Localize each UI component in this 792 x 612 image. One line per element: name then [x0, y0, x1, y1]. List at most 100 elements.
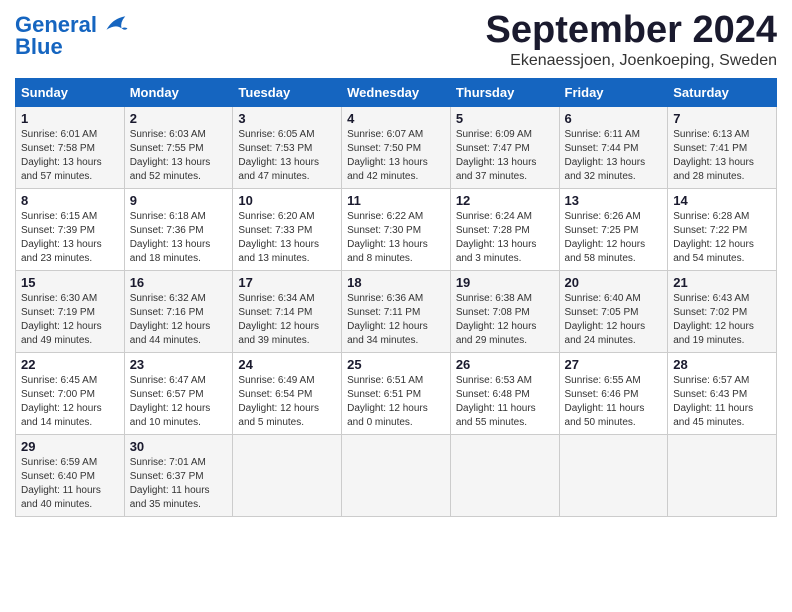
calendar-cell: 30Sunrise: 7:01 AM Sunset: 6:37 PM Dayli…	[124, 434, 233, 516]
day-header-thursday: Thursday	[450, 78, 559, 106]
day-number: 10	[238, 193, 336, 208]
header-row: SundayMondayTuesdayWednesdayThursdayFrid…	[16, 78, 777, 106]
calendar-cell: 9 Sunrise: 6:18 AM Sunset: 7:36 PM Daylig…	[124, 188, 233, 270]
day-number: 7	[673, 111, 771, 126]
calendar-cell: 13 Sunrise: 6:26 AM Sunset: 7:25 PM Dayli…	[559, 188, 668, 270]
day-info: Sunrise: 6:03 AM Sunset: 7:55 PM Dayligh…	[130, 128, 228, 184]
logo-bird-icon	[99, 11, 129, 41]
calendar-cell: 20Sunrise: 6:40 AM Sunset: 7:05 PM Dayli…	[559, 270, 668, 352]
calendar-cell: 6 Sunrise: 6:11 AM Sunset: 7:44 PM Daylig…	[559, 106, 668, 188]
calendar-cell	[450, 434, 559, 516]
calendar-cell: 26 Sunrise: 6:53 AM Sunset: 6:48 PM Dayli…	[450, 352, 559, 434]
calendar-cell: 14 Sunrise: 6:28 AM Sunset: 7:22 PM Dayli…	[668, 188, 777, 270]
location-title: Ekenaessjoen, Joenkoeping, Sweden	[486, 52, 778, 70]
week-row: 1 Sunrise: 6:01 AM Sunset: 7:58 PM Daylig…	[16, 106, 777, 188]
calendar-cell: 10Sunrise: 6:20 AM Sunset: 7:33 PM Dayli…	[233, 188, 342, 270]
day-number: 21	[673, 275, 771, 290]
calendar-cell: 17 Sunrise: 6:34 AM Sunset: 7:14 PM Dayli…	[233, 270, 342, 352]
day-number: 18	[347, 275, 445, 290]
calendar-cell: 27 Sunrise: 6:55 AM Sunset: 6:46 PM Dayli…	[559, 352, 668, 434]
calendar-cell	[233, 434, 342, 516]
day-number: 20	[565, 275, 663, 290]
title-area: September 2024 Ekenaessjoen, Joenkoeping…	[486, 10, 778, 70]
day-number: 13	[565, 193, 663, 208]
day-number: 11	[347, 193, 445, 208]
day-number: 17	[238, 275, 336, 290]
month-title: September 2024	[486, 10, 778, 52]
day-info: Sunrise: 6:32 AM Sunset: 7:16 PM Dayligh…	[130, 292, 228, 348]
day-info: Sunrise: 6:05 AM Sunset: 7:53 PM Dayligh…	[238, 128, 336, 184]
day-number: 5	[456, 111, 554, 126]
calendar-cell: 11 Sunrise: 6:22 AM Sunset: 7:30 PM Dayli…	[342, 188, 451, 270]
calendar-cell: 19 Sunrise: 6:38 AM Sunset: 7:08 PM Dayli…	[450, 270, 559, 352]
day-info: Sunrise: 6:28 AM Sunset: 7:22 PM Dayligh…	[673, 210, 771, 266]
day-info: Sunrise: 6:26 AM Sunset: 7:25 PM Dayligh…	[565, 210, 663, 266]
day-number: 26	[456, 357, 554, 372]
calendar-cell: 2 Sunrise: 6:03 AM Sunset: 7:55 PM Daylig…	[124, 106, 233, 188]
day-info: Sunrise: 6:22 AM Sunset: 7:30 PM Dayligh…	[347, 210, 445, 266]
day-number: 6	[565, 111, 663, 126]
calendar-cell: 23 Sunrise: 6:47 AM Sunset: 6:57 PM Dayli…	[124, 352, 233, 434]
day-number: 4	[347, 111, 445, 126]
day-info: Sunrise: 6:49 AM Sunset: 6:54 PM Dayligh…	[238, 374, 336, 430]
day-header-saturday: Saturday	[668, 78, 777, 106]
calendar-cell: 8Sunrise: 6:15 AM Sunset: 7:39 PM Daylig…	[16, 188, 125, 270]
day-info: Sunrise: 7:01 AM Sunset: 6:37 PM Dayligh…	[130, 456, 228, 512]
day-info: Sunrise: 6:59 AM Sunset: 6:40 PM Dayligh…	[21, 456, 119, 512]
calendar-cell: 24 Sunrise: 6:49 AM Sunset: 6:54 PM Dayli…	[233, 352, 342, 434]
day-number: 16	[130, 275, 228, 290]
logo-text: General Blue	[15, 14, 97, 58]
day-info: Sunrise: 6:07 AM Sunset: 7:50 PM Dayligh…	[347, 128, 445, 184]
day-number: 23	[130, 357, 228, 372]
day-info: Sunrise: 6:01 AM Sunset: 7:58 PM Dayligh…	[21, 128, 119, 184]
calendar-cell	[668, 434, 777, 516]
calendar-cell: 1 Sunrise: 6:01 AM Sunset: 7:58 PM Daylig…	[16, 106, 125, 188]
week-row: 15Sunrise: 6:30 AM Sunset: 7:19 PM Dayli…	[16, 270, 777, 352]
day-number: 19	[456, 275, 554, 290]
calendar-cell: 28Sunrise: 6:57 AM Sunset: 6:43 PM Dayli…	[668, 352, 777, 434]
day-number: 3	[238, 111, 336, 126]
day-info: Sunrise: 6:30 AM Sunset: 7:19 PM Dayligh…	[21, 292, 119, 348]
day-header-sunday: Sunday	[16, 78, 125, 106]
calendar-cell: 18 Sunrise: 6:36 AM Sunset: 7:11 PM Dayli…	[342, 270, 451, 352]
day-info: Sunrise: 6:18 AM Sunset: 7:36 PM Dayligh…	[130, 210, 228, 266]
calendar-cell: 3 Sunrise: 6:05 AM Sunset: 7:53 PM Daylig…	[233, 106, 342, 188]
calendar-cell: 22Sunrise: 6:45 AM Sunset: 7:00 PM Dayli…	[16, 352, 125, 434]
day-info: Sunrise: 6:13 AM Sunset: 7:41 PM Dayligh…	[673, 128, 771, 184]
day-info: Sunrise: 6:51 AM Sunset: 6:51 PM Dayligh…	[347, 374, 445, 430]
day-info: Sunrise: 6:47 AM Sunset: 6:57 PM Dayligh…	[130, 374, 228, 430]
day-number: 9	[130, 193, 228, 208]
day-number: 29	[21, 439, 119, 454]
calendar-cell: 21 Sunrise: 6:43 AM Sunset: 7:02 PM Dayli…	[668, 270, 777, 352]
day-number: 8	[21, 193, 119, 208]
day-info: Sunrise: 6:53 AM Sunset: 6:48 PM Dayligh…	[456, 374, 554, 430]
calendar-cell: 15Sunrise: 6:30 AM Sunset: 7:19 PM Dayli…	[16, 270, 125, 352]
calendar-cell: 7 Sunrise: 6:13 AM Sunset: 7:41 PM Daylig…	[668, 106, 777, 188]
calendar-table: SundayMondayTuesdayWednesdayThursdayFrid…	[15, 78, 777, 517]
day-info: Sunrise: 6:34 AM Sunset: 7:14 PM Dayligh…	[238, 292, 336, 348]
calendar-cell: 4 Sunrise: 6:07 AM Sunset: 7:50 PM Daylig…	[342, 106, 451, 188]
calendar-cell: 25Sunrise: 6:51 AM Sunset: 6:51 PM Dayli…	[342, 352, 451, 434]
day-info: Sunrise: 6:11 AM Sunset: 7:44 PM Dayligh…	[565, 128, 663, 184]
calendar-cell: 12 Sunrise: 6:24 AM Sunset: 7:28 PM Dayli…	[450, 188, 559, 270]
day-info: Sunrise: 6:57 AM Sunset: 6:43 PM Dayligh…	[673, 374, 771, 430]
week-row: 8Sunrise: 6:15 AM Sunset: 7:39 PM Daylig…	[16, 188, 777, 270]
day-number: 1	[21, 111, 119, 126]
week-row: 22Sunrise: 6:45 AM Sunset: 7:00 PM Dayli…	[16, 352, 777, 434]
day-info: Sunrise: 6:38 AM Sunset: 7:08 PM Dayligh…	[456, 292, 554, 348]
day-number: 22	[21, 357, 119, 372]
day-info: Sunrise: 6:43 AM Sunset: 7:02 PM Dayligh…	[673, 292, 771, 348]
day-header-friday: Friday	[559, 78, 668, 106]
day-number: 12	[456, 193, 554, 208]
day-info: Sunrise: 6:24 AM Sunset: 7:28 PM Dayligh…	[456, 210, 554, 266]
week-row: 29 Sunrise: 6:59 AM Sunset: 6:40 PM Dayli…	[16, 434, 777, 516]
day-info: Sunrise: 6:55 AM Sunset: 6:46 PM Dayligh…	[565, 374, 663, 430]
day-number: 27	[565, 357, 663, 372]
header: General Blue September 2024 Ekenaessjoen…	[15, 10, 777, 70]
day-info: Sunrise: 6:36 AM Sunset: 7:11 PM Dayligh…	[347, 292, 445, 348]
calendar-cell: 16 Sunrise: 6:32 AM Sunset: 7:16 PM Dayli…	[124, 270, 233, 352]
day-number: 14	[673, 193, 771, 208]
day-number: 24	[238, 357, 336, 372]
day-info: Sunrise: 6:09 AM Sunset: 7:47 PM Dayligh…	[456, 128, 554, 184]
day-number: 2	[130, 111, 228, 126]
